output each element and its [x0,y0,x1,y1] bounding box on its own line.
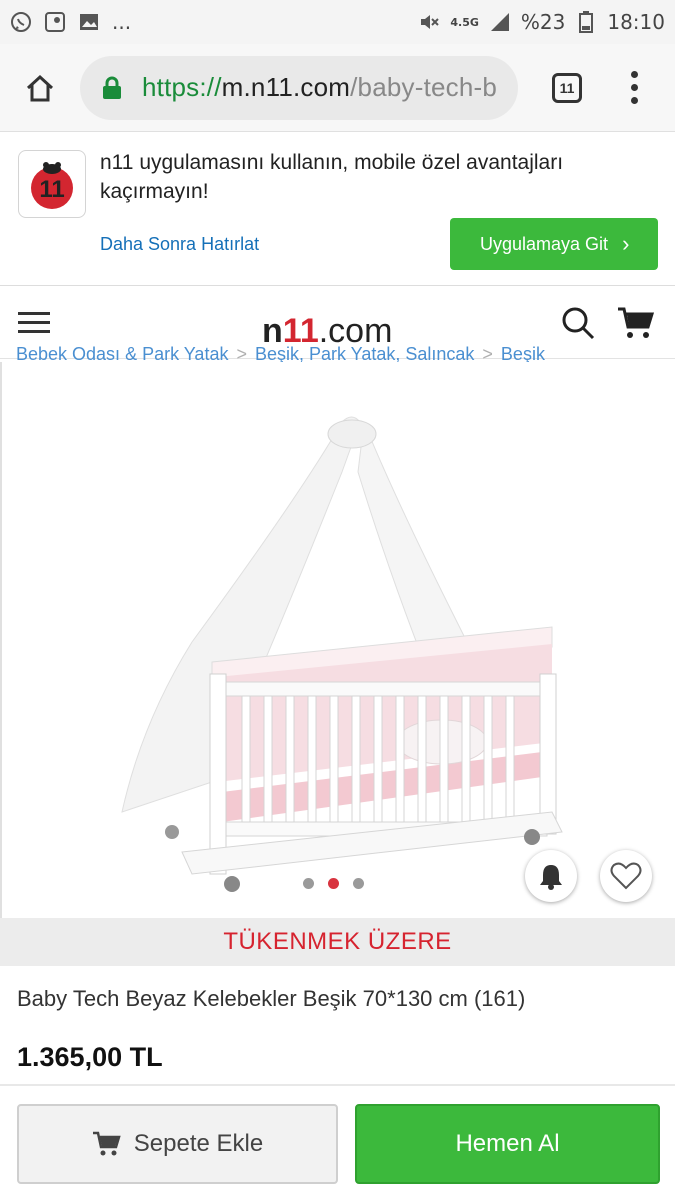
chevron-right-icon: › [622,231,630,256]
clock: 18:10 [607,10,665,34]
cart-button[interactable] [616,305,656,341]
open-app-label: Uygulamaya Git [480,233,609,254]
menu-dot [630,97,638,104]
breadcrumb-item[interactable]: Bebek Odası & Park Yatak [16,344,228,364]
status-bar: ... 4.5G %23 18:10 [0,0,675,44]
app-install-banner: 11 n11 uygulamasını kullanın, mobile öze… [0,132,675,286]
tab-count: 11 [552,72,582,103]
favorite-button[interactable] [600,850,652,902]
stock-status: TÜKENMEK ÜZERE [0,918,675,966]
gallery-icon [78,11,100,33]
cart-icon [92,1131,121,1156]
url-text: https://m.n11.com/baby-tech-b [142,72,497,103]
battery-icon [575,11,597,33]
url-scheme: https:// [142,72,222,102]
search-button[interactable] [560,305,596,341]
bell-icon [540,865,562,890]
breadcrumb-item[interactable]: Beşik [501,344,545,364]
product-image [121,416,563,892]
tab-switcher-button[interactable]: 11 [530,44,604,132]
divider [0,1084,675,1086]
notification-icons: ... [10,10,131,34]
gallery-pagination [303,878,364,889]
url-path: /baby-tech-b [350,72,498,102]
pagination-dot-active[interactable] [328,878,339,889]
maps-icon [44,11,66,33]
remind-later-link[interactable]: Daha Sonra Hatırlat [100,234,259,255]
lock-icon [102,76,126,100]
product-gallery[interactable] [0,362,675,918]
search-icon [562,307,595,340]
buy-now-label: Hemen Al [455,1130,560,1157]
battery-percent: %23 [520,10,566,34]
more-notifications: ... [112,10,132,34]
buy-now-button[interactable]: Hemen Al [355,1104,660,1184]
site-logo[interactable]: n 11 .com [262,291,392,351]
mute-icon [418,11,440,33]
hamburger-line [18,330,50,333]
product-title: Baby Tech Beyaz Kelebekler Beşik 70*130 … [17,986,526,1011]
add-to-cart-label: Sepete Ekle [133,1130,264,1157]
n11-app-logo: 11 [18,150,86,218]
breadcrumb-separator: > [236,344,247,364]
breadcrumb-item[interactable]: Beşik, Park Yatak, Salıncak [255,344,474,364]
signal-icon [489,11,511,33]
price-alert-button[interactable] [525,850,577,902]
url-host: m.n11.com [221,72,351,102]
banner-message: n11 uygulamasını kullanın, mobile özel a… [100,151,564,203]
heart-icon [610,862,642,890]
menu-dot [630,71,638,78]
breadcrumb: Bebek Odası & Park Yatak > Beşik, Park Yat… [16,344,675,364]
whatsapp-icon [10,11,32,33]
hamburger-line [18,312,50,315]
browser-toolbar: https://m.n11.com/baby-tech-b 11 [0,44,675,132]
menu-dot [630,84,638,91]
open-app-button[interactable]: Uygulamaya Git › [450,218,658,270]
home-button[interactable] [0,44,80,132]
home-icon [26,74,54,101]
logo-text: 11 [39,176,64,203]
add-to-cart-button[interactable]: Sepete Ekle [17,1104,338,1184]
network-type: 4.5G [450,15,479,29]
hamburger-line [18,321,50,324]
cart-icon [618,307,655,338]
breadcrumb-separator: > [482,344,493,364]
pagination-dot[interactable] [303,878,314,889]
browser-menu-button[interactable] [604,44,664,132]
address-bar[interactable]: https://m.n11.com/baby-tech-b [80,55,518,120]
product-price: 1.365,00 TL [17,1042,163,1072]
pagination-dot[interactable] [353,878,364,889]
